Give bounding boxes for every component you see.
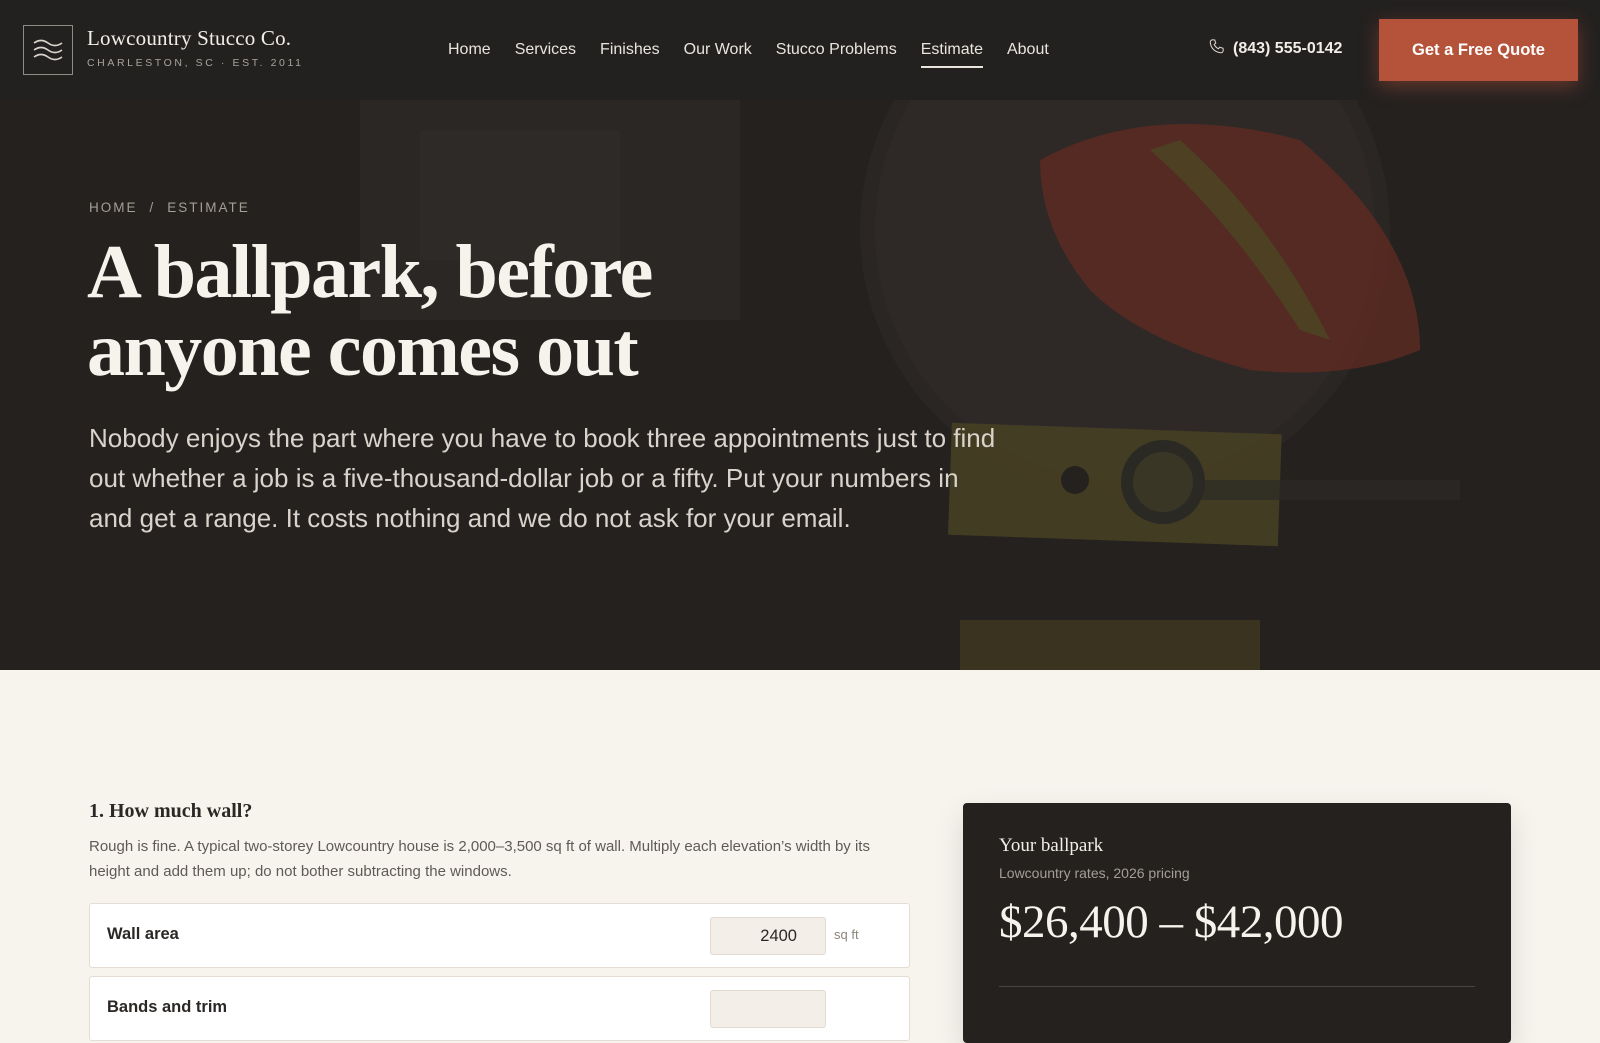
question-help: Rough is fine. A typical two-storey Lowc… [89,838,870,880]
page-title-line-1: A ballpark, before [87,230,653,314]
wall-area-row: Wall area sq ft [89,903,910,968]
breadcrumb-separator: / [149,200,156,215]
nav-finishes[interactable]: Finishes [588,41,672,59]
phone-icon [1208,38,1225,60]
nav-services[interactable]: Services [503,41,588,59]
result-price-range: $26,400 – $42,000 [999,896,1344,948]
nav-our-work[interactable]: Our Work [672,41,764,59]
question-title: 1. How much wall? [89,800,253,822]
logo-waves-icon[interactable] [23,25,73,75]
nav-about[interactable]: About [995,41,1061,59]
wall-area-label: Wall area [107,925,179,943]
ballpark-result-card: Your ballpark Lowcountry rates, 2026 pri… [963,803,1511,1043]
hero-intro: Nobody enjoys the part where you have to… [89,423,996,533]
result-divider [999,986,1475,987]
bands-trim-row: Bands and trim [89,976,910,1041]
free-quote-button[interactable]: Get a Free Quote [1379,19,1578,81]
result-subtitle: Lowcountry rates, 2026 pricing [999,865,1190,881]
result-title: Your ballpark [999,835,1104,856]
nav-estimate[interactable]: Estimate [909,41,995,68]
hero: HOME / ESTIMATE A ballpark, before anyon… [0,100,1600,670]
wall-area-input[interactable] [710,917,826,955]
breadcrumb-current: ESTIMATE [167,200,250,215]
brand-tagline: CHARLESTON, SC · EST. 2011 [87,57,304,69]
breadcrumb: HOME / ESTIMATE [89,200,250,215]
estimator-section: 1. How much wall? Rough is fine. A typic… [0,670,1600,1043]
page-title-line-2: anyone comes out [87,308,639,392]
nav-stucco-problems[interactable]: Stucco Problems [764,41,909,59]
brand-name: Lowcountry Stucco Co. [87,26,292,50]
site-header: Lowcountry Stucco Co. CHARLESTON, SC · E… [0,0,1600,100]
bands-trim-input[interactable] [710,990,826,1028]
phone-number: (843) 555-0142 [1233,40,1343,57]
phone-link[interactable]: (843) 555-0142 [1208,38,1342,60]
main-menu: Home Services Finishes Our Work Stucco P… [436,0,1061,100]
nav-home[interactable]: Home [436,41,503,59]
wall-area-unit: sq ft [834,927,859,942]
page-title: A ballpark, before anyone comes out [87,233,847,389]
brand[interactable]: Lowcountry Stucco Co. CHARLESTON, SC · E… [87,26,304,69]
bands-trim-label: Bands and trim [107,998,228,1016]
breadcrumb-home[interactable]: HOME [89,200,138,215]
